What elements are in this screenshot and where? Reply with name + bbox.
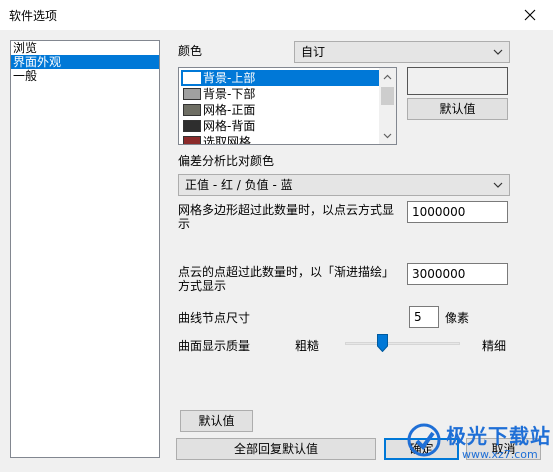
- close-button[interactable]: [507, 0, 553, 30]
- color-swatch: [183, 136, 201, 144]
- color-item-list[interactable]: 背景-上部 背景-下部 网格-正面 网格-背面 选取网格: [178, 67, 397, 145]
- close-icon: [524, 9, 536, 21]
- quality-min-label: 粗糙: [295, 339, 320, 353]
- cloud-threshold-label-line2: 方式显示: [178, 279, 227, 293]
- quality-max-label: 精细: [482, 339, 507, 353]
- list-item[interactable]: 网格-背面: [181, 118, 379, 134]
- cloud-threshold-label-line1: 点云的点超过此数量时，以「渐进描绘」: [178, 265, 395, 279]
- cloud-threshold-input[interactable]: 3000000: [407, 263, 508, 285]
- deviation-color-select[interactable]: 正值 - 红 / 负值 - 蓝: [178, 174, 510, 196]
- watermark: 极光下载站 www.xz7.com: [400, 418, 550, 466]
- chevron-down-icon: [493, 49, 503, 55]
- curve-node-unit: 像素: [445, 311, 470, 325]
- watermark-logo-icon: [407, 423, 441, 457]
- list-item-label: 网格-正面: [203, 103, 256, 117]
- surface-quality-label: 曲面显示质量: [178, 339, 251, 353]
- list-item-label: 选取网格: [203, 135, 252, 145]
- curve-node-size-input[interactable]: 5: [409, 306, 439, 328]
- chevron-down-icon: [493, 182, 503, 188]
- title-bar: 软件选项: [0, 0, 553, 30]
- mesh-threshold-label-line1: 网格多边形超过此数量时，以点云方式显: [178, 203, 395, 217]
- category-list[interactable]: 浏览 界面外观 一般: [10, 40, 160, 458]
- list-item-label: 网格-背面: [203, 119, 256, 133]
- window-title: 软件选项: [9, 9, 58, 23]
- list-item[interactable]: 背景-下部: [181, 86, 379, 102]
- curve-node-label: 曲线节点尺寸: [178, 311, 251, 325]
- scroll-up-button[interactable]: [379, 68, 396, 85]
- nav-item-appearance[interactable]: 界面外观: [11, 55, 159, 69]
- color-default-button[interactable]: 默认值: [407, 98, 508, 120]
- restore-all-defaults-button[interactable]: 全部回复默认值: [176, 438, 376, 460]
- list-item[interactable]: 网格-正面: [181, 102, 379, 118]
- deviation-color-value: 正值 - 红 / 负值 - 蓝: [185, 178, 293, 192]
- list-item-label: 背景-上部: [203, 71, 256, 85]
- list-item[interactable]: 背景-上部: [181, 70, 379, 86]
- color-mode-select[interactable]: 自订: [294, 41, 510, 63]
- panel-default-button[interactable]: 默认值: [180, 410, 253, 432]
- color-preview[interactable]: [407, 67, 508, 95]
- color-label: 颜色: [178, 44, 203, 58]
- surface-quality-track[interactable]: [345, 342, 460, 345]
- nav-item-browse[interactable]: 浏览: [11, 41, 159, 55]
- color-swatch: [183, 88, 201, 100]
- chevron-up-icon: [383, 74, 392, 79]
- list-item[interactable]: 选取网格: [181, 134, 379, 145]
- mesh-threshold-label-line2: 示: [178, 217, 191, 231]
- mesh-threshold-input[interactable]: 1000000: [407, 201, 508, 223]
- surface-quality-slider-thumb[interactable]: [377, 334, 389, 352]
- color-mode-value: 自订: [301, 45, 326, 59]
- list-item-label: 背景-下部: [203, 87, 256, 101]
- deviation-label: 偏差分析比对颜色: [178, 154, 275, 168]
- color-swatch: [183, 120, 201, 132]
- color-swatch: [183, 104, 201, 116]
- scroll-down-button[interactable]: [379, 127, 396, 144]
- nav-item-general[interactable]: 一般: [11, 69, 159, 83]
- color-swatch: [183, 72, 201, 84]
- chevron-down-icon: [383, 133, 392, 138]
- watermark-url: www.xz7.com: [462, 448, 538, 461]
- scroll-thumb[interactable]: [381, 87, 394, 105]
- list-scrollbar[interactable]: [379, 68, 396, 144]
- watermark-brand: 极光下载站: [446, 424, 551, 448]
